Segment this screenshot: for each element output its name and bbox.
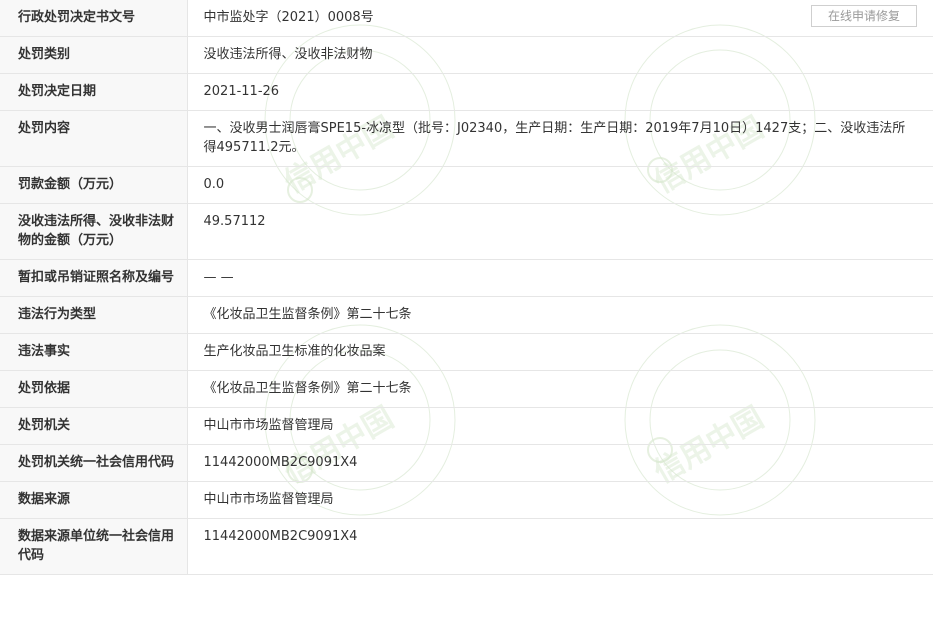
table-row: 处罚内容 一、没收男士润唇膏SPE15-冰凉型（批号：J02340，生产日期：生… <box>0 110 933 167</box>
table-row: 暂扣或吊销证照名称及编号 — — <box>0 259 933 297</box>
row-value: 11442000MB2C9091X4 <box>187 518 933 575</box>
row-label: 数据来源 <box>0 481 188 519</box>
table-row: 违法事实 生产化妆品卫生标准的化妆品案 <box>0 333 933 371</box>
table-row: 数据来源单位统一社会信用代码 11442000MB2C9091X4 <box>0 518 933 575</box>
table-row: 处罚决定日期 2021-11-26 <box>0 73 933 111</box>
row-label: 处罚内容 <box>0 110 188 167</box>
table-row: 处罚类别 没收违法所得、没收非法财物 <box>0 36 933 74</box>
row-value: 2021-11-26 <box>187 73 933 111</box>
table-row: 没收违法所得、没收非法财物的金额（万元） 49.57112 <box>0 203 933 260</box>
row-value: 一、没收男士润唇膏SPE15-冰凉型（批号：J02340，生产日期：生产日期：2… <box>187 110 933 167</box>
table-row: 数据来源 中山市市场监督管理局 <box>0 481 933 519</box>
row-label: 罚款金额（万元） <box>0 166 188 204</box>
row-label: 没收违法所得、没收非法财物的金额（万元） <box>0 203 188 260</box>
row-value: 生产化妆品卫生标准的化妆品案 <box>187 333 933 371</box>
row-label: 行政处罚决定书文号 <box>0 0 188 37</box>
row-label: 处罚决定日期 <box>0 73 188 111</box>
table-row: 行政处罚决定书文号 中市监处字（2021）0008号 在线申请修复 <box>0 0 933 37</box>
row-value: 中山市市场监督管理局 <box>187 407 933 445</box>
row-label: 数据来源单位统一社会信用代码 <box>0 518 188 575</box>
row-value-cell: 中市监处字（2021）0008号 在线申请修复 <box>187 0 933 37</box>
row-value: 中市监处字（2021）0008号 <box>203 10 374 25</box>
row-value: 11442000MB2C9091X4 <box>187 444 933 482</box>
row-value: 中山市市场监督管理局 <box>187 481 933 519</box>
row-value: 没收违法所得、没收非法财物 <box>187 36 933 74</box>
row-value: — — <box>187 259 933 297</box>
row-label: 违法事实 <box>0 333 188 371</box>
table-row: 处罚机关统一社会信用代码 11442000MB2C9091X4 <box>0 444 933 482</box>
row-value: 49.57112 <box>187 203 933 260</box>
row-label: 处罚依据 <box>0 370 188 408</box>
row-label: 处罚机关统一社会信用代码 <box>0 444 188 482</box>
row-label: 处罚机关 <box>0 407 188 445</box>
online-repair-button[interactable]: 在线申请修复 <box>811 5 917 27</box>
row-label: 违法行为类型 <box>0 296 188 334</box>
row-value: 《化妆品卫生监督条例》第二十七条 <box>187 370 933 408</box>
table-row: 处罚依据 《化妆品卫生监督条例》第二十七条 <box>0 370 933 408</box>
row-value: 0.0 <box>187 166 933 204</box>
row-label: 处罚类别 <box>0 36 188 74</box>
penalty-record-table: 行政处罚决定书文号 中市监处字（2021）0008号 在线申请修复 处罚类别 没… <box>0 0 933 575</box>
row-label: 暂扣或吊销证照名称及编号 <box>0 259 188 297</box>
row-value: 《化妆品卫生监督条例》第二十七条 <box>187 296 933 334</box>
table-row: 处罚机关 中山市市场监督管理局 <box>0 407 933 445</box>
table-row: 罚款金额（万元） 0.0 <box>0 166 933 204</box>
table-row: 违法行为类型 《化妆品卫生监督条例》第二十七条 <box>0 296 933 334</box>
